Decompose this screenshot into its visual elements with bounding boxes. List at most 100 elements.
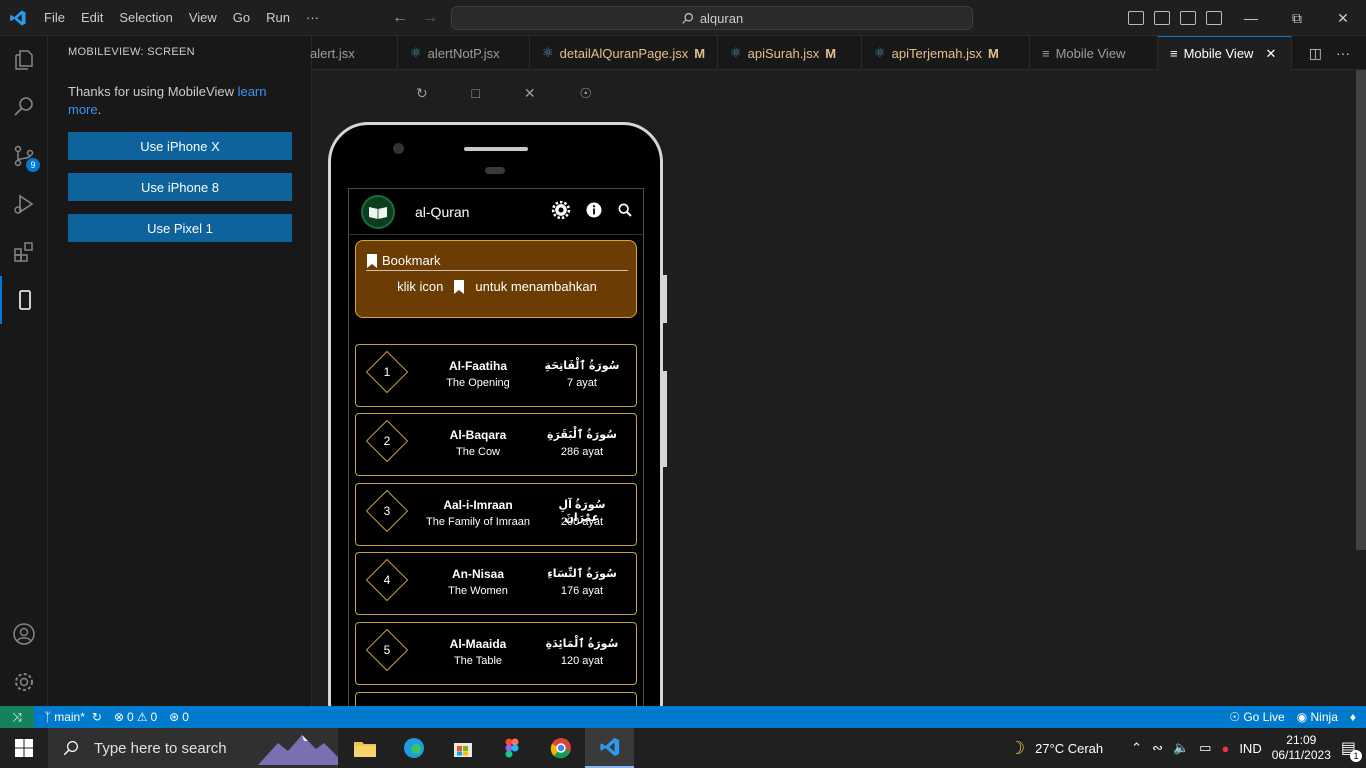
extensions-icon[interactable] xyxy=(0,228,48,276)
go-live-button[interactable]: ☉ Go Live xyxy=(1229,710,1284,724)
notification-center-icon[interactable]: ▤ 1 xyxy=(1341,738,1362,762)
run-debug-icon[interactable] xyxy=(0,180,48,228)
command-center-search[interactable]: alquran xyxy=(451,6,973,30)
use-iphone-x-button[interactable]: Use iPhone X xyxy=(68,132,292,160)
toggle-sidebar-icon[interactable] xyxy=(1128,11,1144,25)
weather-moon-icon[interactable]: ☽ xyxy=(1009,738,1025,759)
tab-detailalquranpage[interactable]: ⚛ detailAlQuranPage.jsx M xyxy=(530,36,718,70)
location-icon[interactable]: ● xyxy=(1221,741,1229,756)
surah-name: Al-Baqara xyxy=(449,428,507,442)
problems-status[interactable]: ⊗ 0 ⚠ 0 xyxy=(108,710,163,724)
tab-label: alert.jsx xyxy=(310,45,355,61)
ninja-button[interactable]: ◉ Ninja xyxy=(1297,710,1338,724)
source-control-icon[interactable]: 9 xyxy=(0,132,48,180)
antenna-icon: ⊛ xyxy=(169,710,180,724)
info-icon[interactable] xyxy=(585,201,603,224)
react-icon: ⚛ xyxy=(410,45,422,60)
toggle-secondary-sidebar-icon[interactable] xyxy=(1180,11,1196,25)
bookmark-icon xyxy=(454,279,465,294)
surah-ayat-count: 7 ayat xyxy=(567,377,597,389)
back-arrow-icon[interactable]: ← xyxy=(392,9,408,27)
menu-go[interactable]: Go xyxy=(225,0,258,36)
more-actions-icon[interactable]: ··· xyxy=(1336,45,1350,61)
close-tab-icon[interactable]: ✕ xyxy=(1265,46,1276,62)
react-icon: ⚛ xyxy=(730,45,742,60)
surah-item-partial[interactable] xyxy=(355,692,637,706)
go-live-label: Go Live xyxy=(1243,710,1285,724)
restore-icon[interactable]: ⧉ xyxy=(1274,0,1320,36)
surah-item[interactable]: 5 Al-Maaida The Table سُورَةُ ٱلْمَائِدَ… xyxy=(355,622,637,685)
use-iphone-8-button[interactable]: Use iPhone 8 xyxy=(68,173,292,201)
close-window-icon[interactable]: ✕ xyxy=(1320,0,1366,36)
accounts-icon[interactable] xyxy=(0,610,48,658)
tab-apisurah[interactable]: ⚛ apiSurah.jsx M xyxy=(718,36,862,70)
edge-browser-icon[interactable] xyxy=(389,728,438,768)
customize-layout-icon[interactable] xyxy=(1206,11,1222,25)
tab-apiterjemah[interactable]: ⚛ apiTerjemah.jsx M xyxy=(862,36,1030,70)
file-explorer-icon[interactable] xyxy=(340,728,389,768)
forward-arrow-icon[interactable]: → xyxy=(422,9,438,27)
preview-icon: ≡ xyxy=(1170,46,1178,61)
manage-gear-icon[interactable] xyxy=(0,658,48,706)
mobile-view-icon[interactable] xyxy=(0,276,48,324)
clock[interactable]: 21:09 06/11/2023 xyxy=(1272,733,1331,763)
chrome-browser-icon[interactable] xyxy=(536,728,585,768)
branch-status[interactable]: ᛉ main* ↻ xyxy=(38,710,108,724)
microsoft-store-icon[interactable] xyxy=(438,728,487,768)
tab-alert[interactable]: alert.jsx xyxy=(310,36,398,70)
weather-text[interactable]: 27°C Cerah xyxy=(1035,741,1103,756)
volume-icon[interactable]: 🔈 xyxy=(1173,740,1189,756)
remote-indicator-icon[interactable]: ⤨ xyxy=(0,706,34,728)
rotate-square-icon[interactable]: □ xyxy=(472,85,480,101)
close-icon[interactable]: ✕ xyxy=(524,85,536,102)
warning-icon: ⚠ xyxy=(136,710,148,724)
split-editor-icon[interactable]: ◫ xyxy=(1309,45,1322,62)
explorer-icon[interactable] xyxy=(0,36,48,84)
app-header-actions xyxy=(551,189,633,235)
surah-item[interactable]: 4 An-Nisaa The Women سُورَةُ ٱلنِّسَاءِ … xyxy=(355,552,637,615)
surah-item[interactable]: 2 Al-Baqara The Cow سُورَةُ ٱلْبَقَرَةِ … xyxy=(355,413,637,476)
tab-alertnotp[interactable]: ⚛ alertNotP.jsx xyxy=(398,36,530,70)
menu-selection[interactable]: Selection xyxy=(111,0,180,36)
windows-start-icon[interactable] xyxy=(0,728,48,768)
surah-item[interactable]: 1 Al-Faatiha The Opening سُورَةُ ٱلْفَات… xyxy=(355,344,637,407)
wifi-icon[interactable]: ∾ xyxy=(1152,740,1163,756)
bookmark-card[interactable]: Bookmark klik icon untuk menambahkan xyxy=(355,240,637,318)
language-indicator[interactable]: IND xyxy=(1239,741,1261,756)
battery-icon[interactable]: ▭ xyxy=(1199,740,1211,756)
chevron-up-icon[interactable]: ⌃ xyxy=(1131,740,1142,756)
use-pixel-1-button[interactable]: Use Pixel 1 xyxy=(68,214,292,242)
menu-more[interactable]: ··· xyxy=(298,0,327,36)
search-placeholder: Type here to search xyxy=(94,739,227,757)
phone-side-button xyxy=(663,371,667,467)
react-icon: ⚛ xyxy=(542,45,554,60)
ports-status[interactable]: ⊛ 0 xyxy=(163,710,195,724)
refresh-icon[interactable]: ↻ xyxy=(416,85,428,102)
search-view-icon[interactable] xyxy=(0,82,48,130)
minimize-icon[interactable]: — xyxy=(1228,0,1274,36)
menu-view[interactable]: View xyxy=(181,0,225,36)
error-icon: ⊗ xyxy=(113,710,125,724)
menu-run[interactable]: Run xyxy=(258,0,298,36)
tab-mobile-view[interactable]: ≡ Mobile View xyxy=(1030,36,1158,70)
surah-name: Al-Faatiha xyxy=(448,359,507,373)
phone-side-button xyxy=(663,275,667,323)
sync-icon: ↻ xyxy=(91,710,102,724)
mobileview-sidebar: MOBILEVIEW: SCREEN Thanks for using Mobi… xyxy=(48,36,312,706)
camera-icon[interactable]: ☉ xyxy=(580,85,593,102)
surah-item[interactable]: 3 Aal-i-Imraan The Family of Imraan سُور… xyxy=(355,483,637,546)
bookmark-title: Bookmark xyxy=(382,253,441,268)
settings-gear-icon[interactable] xyxy=(551,200,571,225)
menu-edit[interactable]: Edit xyxy=(73,0,111,36)
tab-mobile-view-active[interactable]: ≡ Mobile View ✕ xyxy=(1158,36,1292,70)
trailing-period: . xyxy=(97,102,102,117)
search-icon[interactable] xyxy=(617,202,633,223)
figma-icon[interactable] xyxy=(487,728,536,768)
vscode-taskbar-icon[interactable] xyxy=(585,728,634,768)
taskbar-search-box[interactable]: Type here to search xyxy=(48,728,338,768)
notifications-bell-icon[interactable]: ♦ xyxy=(1350,710,1356,724)
toggle-panel-icon[interactable] xyxy=(1154,11,1170,25)
taskbar-apps xyxy=(340,728,634,768)
menu-file[interactable]: File xyxy=(36,0,73,36)
editor-scrollbar[interactable] xyxy=(1356,70,1366,550)
